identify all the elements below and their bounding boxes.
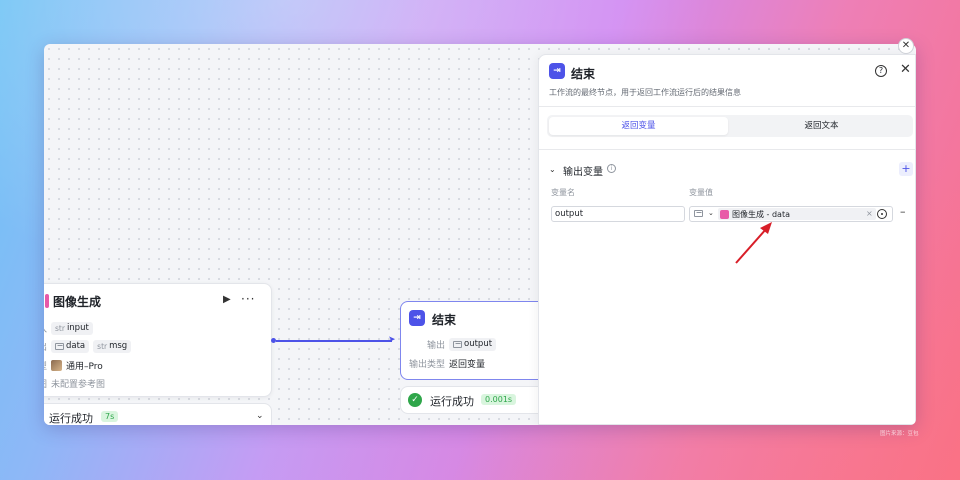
end-node-title: 结束	[432, 313, 457, 327]
row-key: 输出	[427, 340, 446, 351]
clear-icon[interactable]: ×	[866, 209, 873, 218]
end-type-value: 返回变量	[449, 359, 486, 370]
image-type-icon	[55, 342, 64, 350]
workflow-window: 图像生成 ▶ ··· 输入 strinput 输出 data strmsg 模型…	[44, 44, 916, 425]
input-row: 输入 strinput	[44, 321, 93, 335]
image-generation-node[interactable]: 图像生成 ▶ ··· 输入 strinput 输出 data strmsg 模型…	[44, 283, 272, 397]
input-tag: str input	[51, 321, 93, 335]
check-icon: ✓	[408, 393, 422, 407]
end-output-row: 输出 output	[427, 337, 497, 351]
window-close-icon[interactable]: ✕	[898, 38, 914, 54]
connection-edge	[276, 340, 392, 342]
end-node-icon: ⇥	[409, 310, 425, 326]
more-icon[interactable]: ···	[241, 292, 255, 306]
column-header-name: 变量名	[551, 188, 575, 197]
node-color-stripe	[45, 294, 49, 308]
panel-description: 工作流的最终节点，用于返回工作流运行后的结果信息	[549, 88, 741, 97]
output-msg-tag: str msg	[93, 339, 132, 353]
model-value: 通用–Pro	[66, 361, 103, 372]
model-avatar	[51, 359, 62, 371]
help-icon[interactable]: ?	[875, 65, 887, 77]
play-icon[interactable]: ▶	[223, 294, 231, 305]
output-row: 输出 data strmsg	[44, 339, 132, 353]
variable-value-selector[interactable]: ⌄ 图像生成 - data ×	[689, 206, 893, 222]
watermark: 图片来源：豆包	[880, 431, 919, 437]
section-title: 输出变量	[563, 167, 603, 178]
duration-badge: 7s	[101, 411, 119, 422]
end-type-row: 输出类型 返回变量	[409, 356, 485, 370]
row-key: 输出类型	[409, 359, 446, 370]
tab-return-variable[interactable]: 返回变量	[549, 117, 728, 135]
end-output-tag: output	[449, 337, 497, 351]
column-header-value: 变量值	[689, 188, 713, 197]
annotation-arrow	[735, 222, 772, 264]
close-icon[interactable]: ✕	[900, 62, 911, 77]
variable-reference-tag[interactable]: 图像生成 - data	[718, 208, 876, 220]
reference-value: 未配置参考图	[51, 379, 106, 390]
reference-row: 参考图 未配置参考图	[44, 376, 105, 390]
end-node-panel: ⇥ 结束 ? ✕ 工作流的最终节点，用于返回工作流运行后的结果信息 返回变量 返…	[538, 54, 916, 425]
chevron-down-icon[interactable]: ⌄	[549, 165, 556, 174]
status-text: 运行成功	[49, 412, 93, 425]
row-key: 参考图	[44, 377, 47, 390]
model-row: 模型 通用–Pro	[44, 358, 103, 372]
edge-arrow-icon: ➤	[388, 335, 396, 345]
row-key: 模型	[44, 359, 47, 372]
row-key: 输入	[44, 322, 47, 335]
divider	[539, 149, 915, 150]
divider	[539, 106, 915, 107]
status-text: 运行成功	[430, 395, 474, 408]
panel-title: 结束	[571, 67, 596, 81]
end-node[interactable]: ⇥ 结束 输出 output 输出类型 返回变量	[400, 301, 550, 380]
image-type-icon	[453, 340, 463, 348]
add-variable-button[interactable]: +	[899, 162, 913, 176]
chevron-down-icon[interactable]: ⌄	[708, 209, 714, 217]
duration-badge: 0.001s	[481, 394, 517, 405]
end-node-status[interactable]: ✓ 运行成功 0.001s	[400, 386, 550, 414]
variable-reference-text: 图像生成 - data	[732, 209, 790, 219]
end-node-icon: ⇥	[549, 63, 565, 79]
tab-group: 返回变量 返回文本	[547, 115, 913, 137]
image-node-icon	[720, 209, 729, 219]
chevron-down-icon[interactable]: ⌄	[256, 411, 264, 421]
minus-icon[interactable]: –	[900, 205, 906, 218]
info-icon[interactable]: i	[607, 164, 616, 173]
variable-name-input[interactable]	[551, 206, 685, 222]
image-node-status[interactable]: 运行成功 7s ⌄	[44, 403, 272, 425]
image-node-title: 图像生成	[53, 295, 102, 309]
row-key: 输出	[44, 340, 47, 353]
image-type-icon[interactable]	[694, 210, 703, 217]
tab-return-text[interactable]: 返回文本	[732, 117, 911, 135]
output-data-tag: data	[51, 339, 90, 353]
target-icon[interactable]	[877, 209, 887, 219]
